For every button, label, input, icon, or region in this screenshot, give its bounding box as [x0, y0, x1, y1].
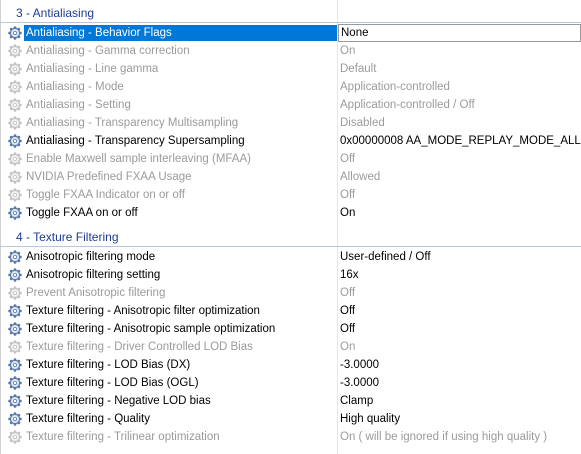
setting-row[interactable]: Enable Maxwell sample interleaving (MFAA…	[0, 150, 581, 168]
section-title: 4 - Texture Filtering	[16, 230, 119, 244]
gear-icon	[8, 170, 22, 184]
setting-row[interactable]: Toggle FXAA on or off On	[0, 204, 581, 222]
setting-name: Texture filtering - Driver Controlled LO…	[26, 341, 253, 353]
setting-row[interactable]: Texture filtering - Quality High quality	[0, 410, 581, 428]
gear-icon	[8, 250, 22, 264]
setting-name: Prevent Anisotropic filtering	[26, 287, 166, 299]
setting-name: Antialiasing - Behavior Flags	[24, 25, 337, 41]
gear-icon	[8, 62, 22, 76]
gear-icon	[8, 304, 22, 318]
gear-icon	[8, 286, 22, 300]
section-divider	[0, 246, 581, 247]
setting-value[interactable]: User-defined / Off	[338, 248, 581, 266]
setting-value[interactable]: Default	[338, 60, 581, 78]
setting-value[interactable]: On ( will be ignored if using high quali…	[338, 428, 581, 446]
gear-icon	[8, 394, 22, 408]
setting-name: Texture filtering - Negative LOD bias	[26, 395, 211, 407]
gear-icon	[8, 430, 22, 444]
setting-row[interactable]: Antialiasing - Mode Application-controlle…	[0, 78, 581, 96]
gear-icon	[8, 358, 22, 372]
setting-name: Toggle FXAA Indicator on or off	[26, 189, 185, 201]
section-header[interactable]: 4 - Texture Filtering	[0, 229, 581, 247]
setting-name: Antialiasing - Transparency Supersamplin…	[26, 135, 245, 147]
section-divider	[0, 22, 581, 23]
gear-icon	[8, 98, 22, 112]
setting-row[interactable]: Anisotropic filtering setting 16x	[0, 266, 581, 284]
setting-name: Texture filtering - LOD Bias (OGL)	[26, 377, 199, 389]
setting-row[interactable]: Antialiasing - Transparency Multisamplin…	[0, 114, 581, 132]
setting-value[interactable]: Application-controlled / Off	[338, 96, 581, 114]
setting-value[interactable]: -3.0000	[338, 356, 581, 374]
setting-value[interactable]: On	[338, 42, 581, 60]
setting-name: Enable Maxwell sample interleaving (MFAA…	[26, 153, 251, 165]
setting-name: Anisotropic filtering setting	[26, 269, 161, 281]
setting-row[interactable]: NVIDIA Predefined FXAA Usage Allowed	[0, 168, 581, 186]
setting-value[interactable]: Off	[338, 284, 581, 302]
setting-value[interactable]: Disabled	[338, 114, 581, 132]
setting-row[interactable]: Antialiasing - Behavior Flags None	[0, 24, 581, 42]
section-title: 3 - Antialiasing	[16, 6, 95, 20]
setting-name: Toggle FXAA on or off	[26, 207, 138, 219]
setting-value[interactable]: 0x00000008 AA_MODE_REPLAY_MODE_ALL	[338, 132, 581, 150]
setting-row[interactable]: Antialiasing - Gamma correction On	[0, 42, 581, 60]
setting-value[interactable]: On	[338, 204, 581, 222]
gear-icon	[8, 26, 22, 40]
setting-value[interactable]: Application-controlled	[338, 78, 581, 96]
setting-name: Antialiasing - Gamma correction	[26, 45, 190, 57]
setting-row[interactable]: Texture filtering - Driver Controlled LO…	[0, 338, 581, 356]
setting-value[interactable]: Off	[338, 150, 581, 168]
section-header[interactable]: 3 - Antialiasing	[0, 5, 581, 23]
gear-icon	[8, 188, 22, 202]
setting-name: Antialiasing - Transparency Multisamplin…	[26, 117, 239, 129]
setting-value[interactable]: Off	[338, 186, 581, 204]
setting-row[interactable]: Prevent Anisotropic filtering Off	[0, 284, 581, 302]
setting-row[interactable]: Texture filtering - Negative LOD bias Cla…	[0, 392, 581, 410]
gear-icon	[8, 206, 22, 220]
setting-row[interactable]: Texture filtering - Anisotropic sample o…	[0, 320, 581, 338]
gear-icon	[8, 80, 22, 94]
setting-value[interactable]: Off	[338, 320, 581, 338]
setting-row[interactable]: Toggle FXAA Indicator on or off Off	[0, 186, 581, 204]
setting-row[interactable]: Texture filtering - LOD Bias (OGL) -3.000…	[0, 374, 581, 392]
setting-value[interactable]: -3.0000	[338, 374, 581, 392]
setting-name: Antialiasing - Setting	[26, 99, 131, 111]
gear-icon	[8, 44, 22, 58]
setting-value[interactable]: Clamp	[338, 392, 581, 410]
setting-value[interactable]: High quality	[338, 410, 581, 428]
gear-icon	[8, 116, 22, 130]
setting-row[interactable]: Texture filtering - LOD Bias (DX) -3.0000	[0, 356, 581, 374]
gear-icon	[8, 134, 22, 148]
setting-row[interactable]: Antialiasing - Line gamma Default	[0, 60, 581, 78]
setting-value[interactable]: On	[338, 338, 581, 356]
setting-name: Anisotropic filtering mode	[26, 251, 156, 263]
setting-name: Texture filtering - Trilinear optimizati…	[26, 431, 220, 443]
gear-icon	[8, 412, 22, 426]
setting-name: Texture filtering - Anisotropic filter o…	[26, 305, 260, 317]
setting-name: Texture filtering - LOD Bias (DX)	[26, 359, 191, 371]
gear-icon	[8, 340, 22, 354]
setting-value[interactable]: Allowed	[338, 168, 581, 186]
setting-name: Antialiasing - Line gamma	[26, 63, 159, 75]
setting-value[interactable]: None	[338, 24, 581, 42]
setting-row[interactable]: Antialiasing - Setting Application-contro…	[0, 96, 581, 114]
setting-row[interactable]: Antialiasing - Transparency Supersamplin…	[0, 132, 581, 150]
gear-icon	[8, 322, 22, 336]
setting-row[interactable]: Texture filtering - Anisotropic filter o…	[0, 302, 581, 320]
setting-name: Antialiasing - Mode	[26, 81, 124, 93]
gear-icon	[8, 268, 22, 282]
setting-row[interactable]: Texture filtering - Trilinear optimizati…	[0, 428, 581, 446]
setting-row[interactable]: Anisotropic filtering mode User-defined /…	[0, 248, 581, 266]
gear-icon	[8, 376, 22, 390]
setting-value[interactable]: Off	[338, 302, 581, 320]
setting-value[interactable]: 16x	[338, 266, 581, 284]
gear-icon	[8, 152, 22, 166]
settings-grid: 3 - Antialiasing Antialiasing - Behavior …	[0, 0, 581, 454]
setting-name: NVIDIA Predefined FXAA Usage	[26, 171, 192, 183]
setting-name: Texture filtering - Quality	[26, 413, 150, 425]
setting-name: Texture filtering - Anisotropic sample o…	[26, 323, 276, 335]
